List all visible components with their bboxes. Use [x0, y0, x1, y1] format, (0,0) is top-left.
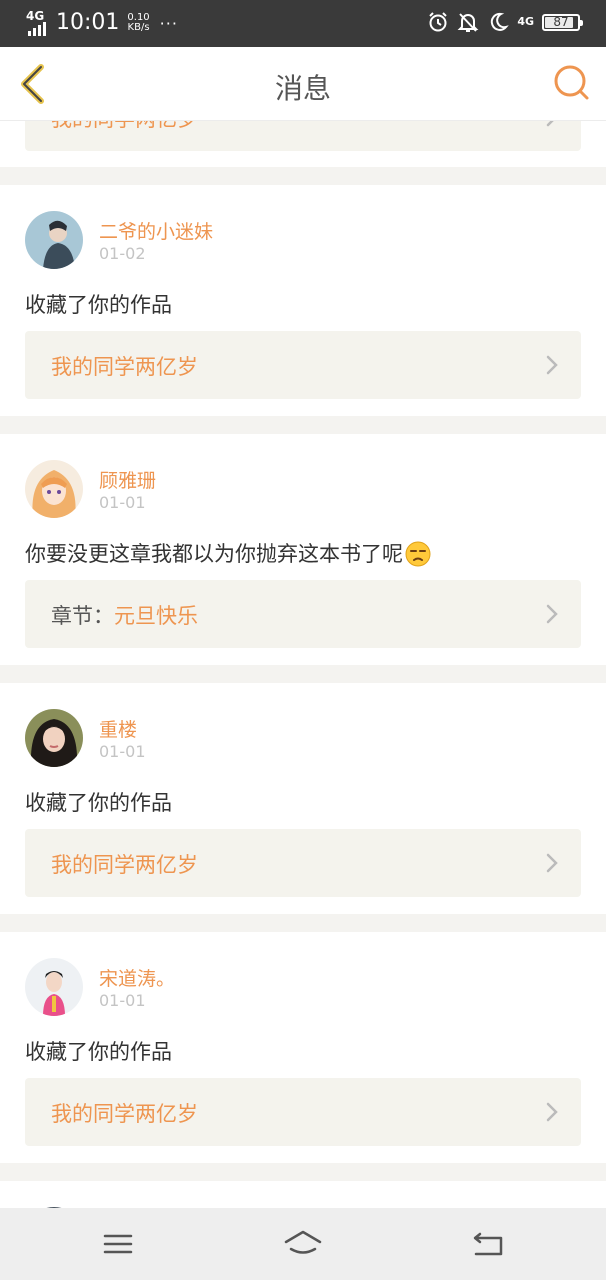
avatar[interactable] [25, 958, 83, 1016]
message-card: 二爷的小迷妹 01-02 收藏了你的作品 我的同学两亿岁 [0, 185, 606, 416]
message-text: 收藏了你的作品 [25, 791, 172, 815]
network-speed: 0.10 KB/s [127, 12, 150, 33]
more-notifications-icon: ··· [159, 13, 178, 33]
unamused-face-emoji-icon [405, 541, 431, 567]
user-name[interactable]: 二爷的小迷妹 [99, 217, 213, 244]
message-card: 我的同学两亿岁 [0, 121, 606, 167]
clock: 10:01 [56, 10, 120, 35]
menu-icon[interactable] [98, 1226, 138, 1262]
message-card: 宋道涛。 01-01 收藏了你的作品 我的同学两亿岁 [0, 932, 606, 1163]
chapter-title: 元旦快乐 [114, 604, 198, 628]
message-card [0, 1181, 606, 1208]
message-text: 收藏了你的作品 [25, 293, 172, 317]
chevron-right-icon [546, 604, 558, 624]
home-icon[interactable] [283, 1226, 323, 1262]
avatar[interactable] [25, 460, 83, 518]
alarm-icon [429, 12, 448, 32]
message-date: 01-02 [99, 244, 146, 263]
message-date: 01-01 [99, 493, 146, 512]
avatar[interactable] [25, 709, 83, 767]
work-title: 我的同学两亿岁 [51, 121, 198, 133]
back-icon[interactable] [468, 1226, 508, 1262]
avatar[interactable] [25, 211, 83, 269]
chevron-right-icon [546, 121, 554, 127]
work-link[interactable]: 我的同学两亿岁 [25, 1078, 581, 1146]
work-link[interactable]: 我的同学两亿岁 [25, 121, 581, 151]
work-title: 我的同学两亿岁 [51, 853, 198, 877]
status-bar: 4G 10:01 0.10 KB/s ··· 4G 87 [0, 0, 606, 47]
message-date: 01-01 [99, 991, 146, 1010]
work-title: 我的同学两亿岁 [51, 355, 198, 379]
chapter-link[interactable]: 章节：元旦快乐 [25, 580, 581, 648]
message-card: 重楼 01-01 收藏了你的作品 我的同学两亿岁 [0, 683, 606, 914]
work-link[interactable]: 我的同学两亿岁 [25, 331, 581, 399]
signal-icon: 4G [26, 10, 52, 36]
mute-icon [457, 13, 479, 32]
search-icon[interactable] [552, 63, 592, 103]
user-name[interactable]: 重楼 [99, 715, 137, 742]
app-header: 消息 [0, 47, 606, 121]
do-not-disturb-icon [491, 12, 510, 31]
network-type-label: 4G [517, 15, 534, 28]
chapter-prefix: 章节： [51, 604, 114, 628]
user-name[interactable]: 顾雅珊 [99, 466, 156, 493]
chevron-right-icon [546, 1102, 558, 1122]
chevron-right-icon [546, 853, 558, 873]
page-title: 消息 [274, 72, 331, 105]
work-link[interactable]: 我的同学两亿岁 [25, 829, 581, 897]
message-text: 你要没更这章我都以为你抛弃这本书了呢 [25, 538, 431, 568]
message-list[interactable]: 我的同学两亿岁 二爷的小迷妹 01-02 收藏了你的作品 我的同学两亿岁 [0, 121, 606, 1208]
work-title: 我的同学两亿岁 [51, 1102, 198, 1126]
message-date: 01-01 [99, 742, 146, 761]
user-name[interactable]: 宋道涛。 [99, 964, 175, 991]
message-text: 收藏了你的作品 [25, 1040, 172, 1064]
battery-icon: 87 [542, 13, 583, 31]
message-card: 顾雅珊 01-01 你要没更这章我都以为你抛弃这本书了呢 章节：元旦快乐 [0, 434, 606, 665]
system-nav-bar [0, 1208, 606, 1280]
chevron-right-icon [546, 355, 558, 375]
